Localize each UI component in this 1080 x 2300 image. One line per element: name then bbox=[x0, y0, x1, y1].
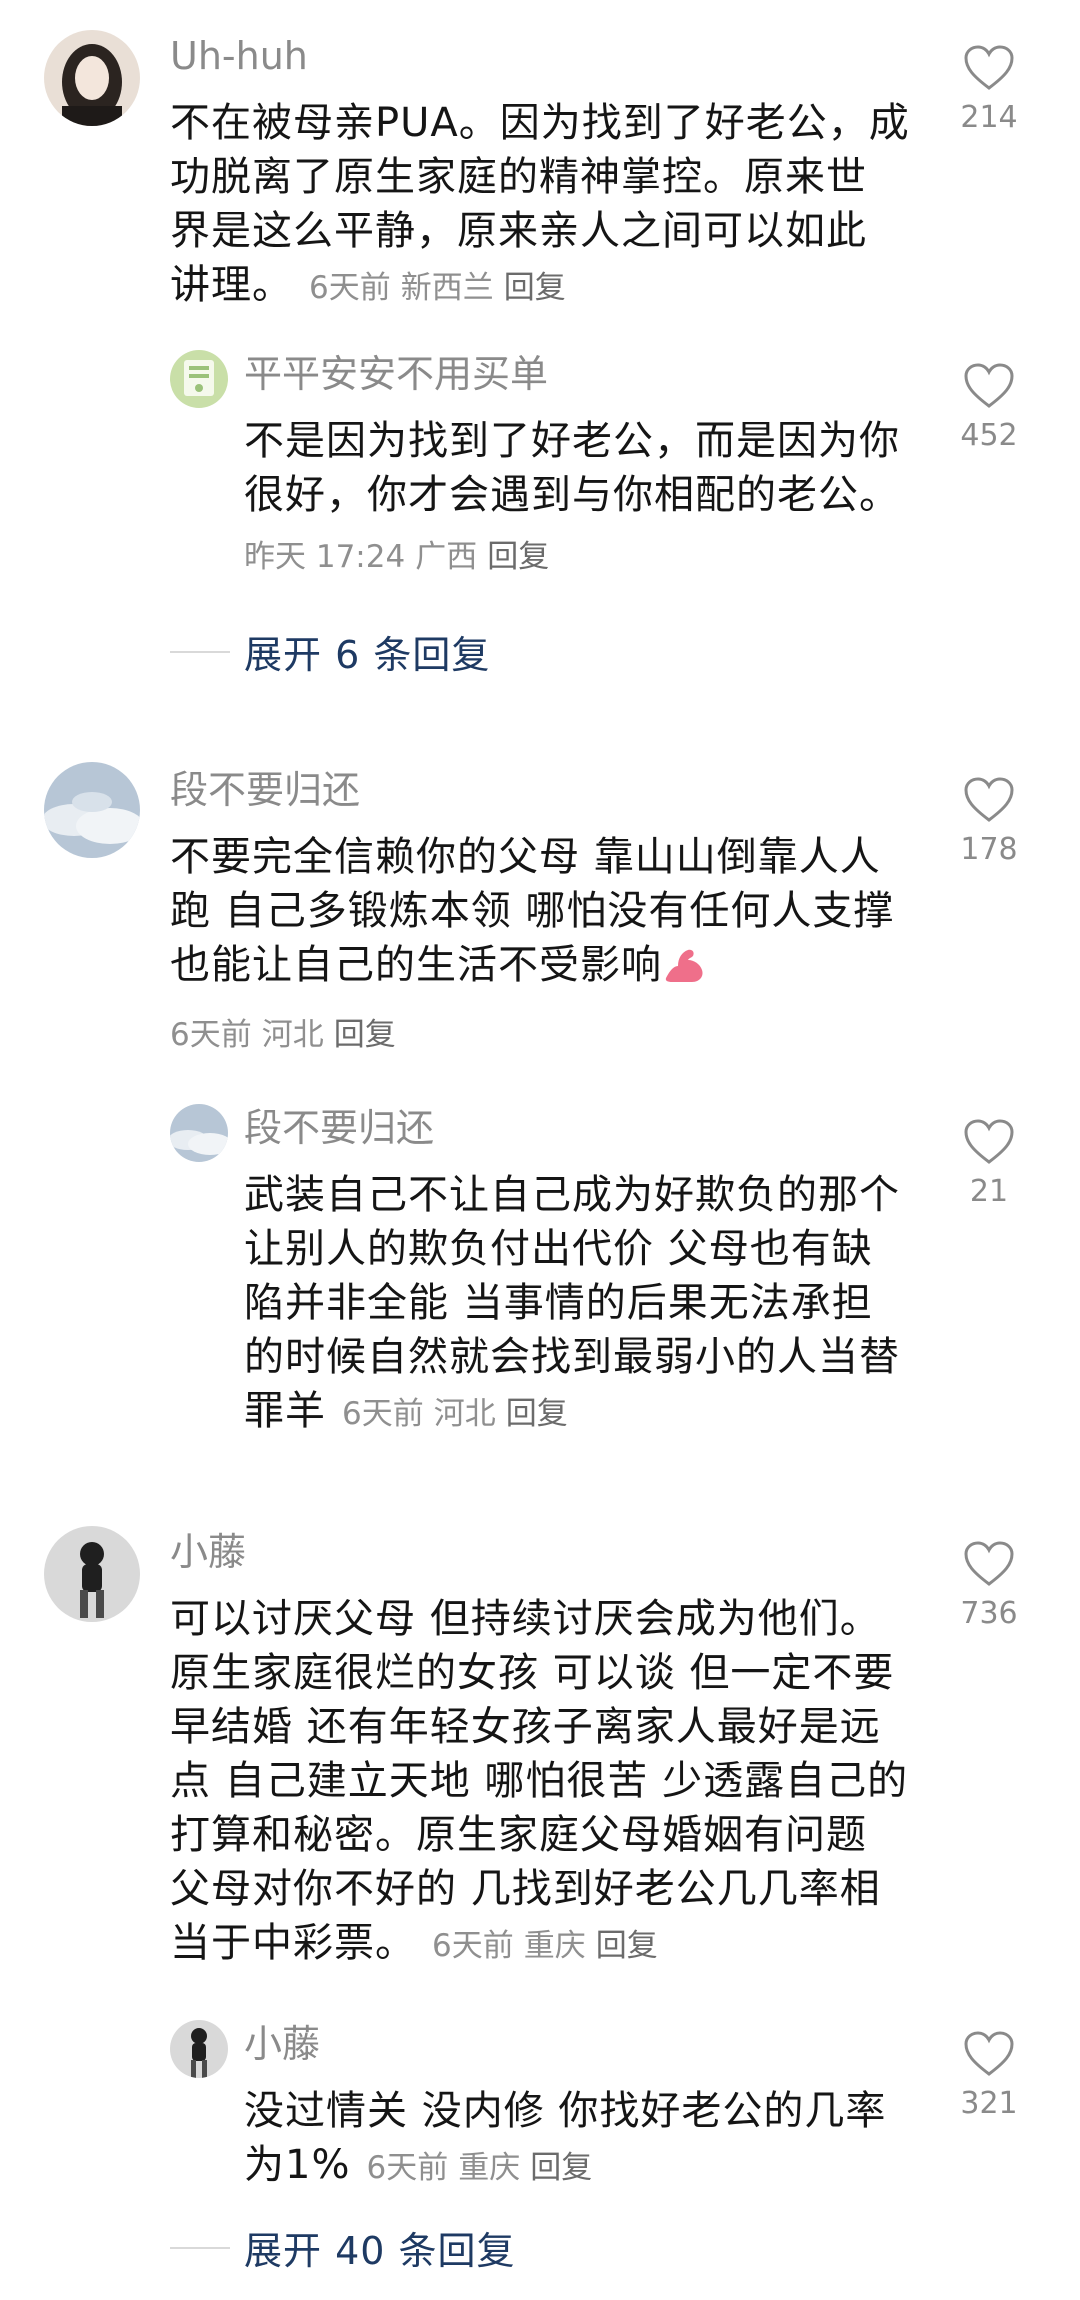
like-count: 452 bbox=[960, 418, 1018, 453]
like-count: 214 bbox=[960, 100, 1018, 135]
avatar[interactable] bbox=[44, 30, 140, 126]
like-count: 21 bbox=[969, 1174, 1009, 1209]
like-button[interactable]: 178 bbox=[944, 776, 1034, 867]
like-count: 736 bbox=[960, 1596, 1018, 1631]
reply-username[interactable]: 段不要归还 bbox=[244, 1104, 434, 1152]
flexed-biceps-icon bbox=[665, 949, 703, 982]
heart-outline-icon bbox=[964, 45, 1014, 90]
reply-text: 武装自己不让自己成为好欺负的那个 让别人的欺负付出代价 父母也有缺 陷并非全能 … bbox=[244, 1172, 900, 1434]
reply-button[interactable]: 回复 bbox=[596, 1928, 658, 1964]
comment-text: 不要完全信赖你的父母 靠山山倒靠人人 跑 自己多锻炼本领 哪怕没有任何人支撑 也… bbox=[170, 834, 895, 988]
like-button[interactable]: 321 bbox=[944, 2030, 1034, 2121]
expand-replies-button[interactable]: 展开 6 条回复 bbox=[170, 624, 490, 679]
heart-outline-icon bbox=[964, 777, 1014, 822]
expand-replies-button[interactable]: 展开 40 条回复 bbox=[170, 2220, 516, 2275]
avatar[interactable] bbox=[44, 762, 140, 858]
heart-outline-icon bbox=[964, 363, 1014, 408]
comment-username[interactable]: 段不要归还 bbox=[170, 766, 360, 814]
reply-meta: 昨天 17:24 广西 回复 bbox=[244, 539, 550, 575]
like-button[interactable]: 214 bbox=[944, 44, 1034, 135]
reply-button[interactable]: 回复 bbox=[530, 2150, 592, 2186]
reply-text: 没过情关 没内修 你找好老公的几率 为1% 6天前 重庆 回复 bbox=[244, 2088, 887, 2188]
comment-meta: 6天前 河北 回复 bbox=[170, 1017, 396, 1053]
like-button[interactable]: 21 bbox=[944, 1118, 1034, 1209]
heart-outline-icon bbox=[964, 1119, 1014, 1164]
reply-button[interactable]: 回复 bbox=[487, 539, 549, 575]
reply-text: 不是因为找到了好老公，而是因为你 很好，你才会遇到与你相配的老公。 bbox=[244, 418, 900, 518]
heart-outline-icon bbox=[964, 1541, 1014, 1586]
avatar[interactable] bbox=[44, 1526, 140, 1622]
comment-username[interactable]: Uh-huh bbox=[170, 32, 308, 80]
divider bbox=[170, 2246, 230, 2249]
reply-meta: 6天前 重庆 回复 bbox=[366, 2150, 593, 2186]
reply-username[interactable]: 平平安安不用买单 bbox=[244, 350, 548, 398]
heart-outline-icon bbox=[964, 2031, 1014, 2076]
like-count: 178 bbox=[960, 832, 1018, 867]
avatar[interactable] bbox=[170, 2020, 228, 2078]
like-count: 321 bbox=[960, 2086, 1018, 2121]
reply-meta: 6天前 河北 回复 bbox=[342, 1396, 568, 1432]
like-button[interactable]: 452 bbox=[944, 362, 1034, 453]
comment-meta: 6天前 重庆 回复 bbox=[432, 1928, 658, 1964]
comment-meta: 6天前 新西兰 回复 bbox=[309, 270, 566, 306]
reply-button[interactable]: 回复 bbox=[506, 1396, 568, 1432]
reply-username[interactable]: 小藤 bbox=[244, 2020, 320, 2068]
divider bbox=[170, 650, 230, 653]
avatar[interactable] bbox=[170, 1104, 228, 1162]
comment-text: 可以讨厌父母 但持续讨厌会成为他们。 原生家庭很烂的女孩 可以谈 但一定不要 早… bbox=[170, 1596, 909, 1966]
reply-button[interactable]: 回复 bbox=[334, 1017, 396, 1053]
reply-button[interactable]: 回复 bbox=[504, 270, 566, 306]
avatar[interactable] bbox=[170, 350, 228, 408]
comment-username[interactable]: 小藤 bbox=[170, 1528, 246, 1576]
like-button[interactable]: 736 bbox=[944, 1540, 1034, 1631]
comment-text: 不在被母亲PUA。因为找到了好老公，成 功脱离了原生家庭的精神掌控。原来世 界是… bbox=[170, 100, 910, 308]
